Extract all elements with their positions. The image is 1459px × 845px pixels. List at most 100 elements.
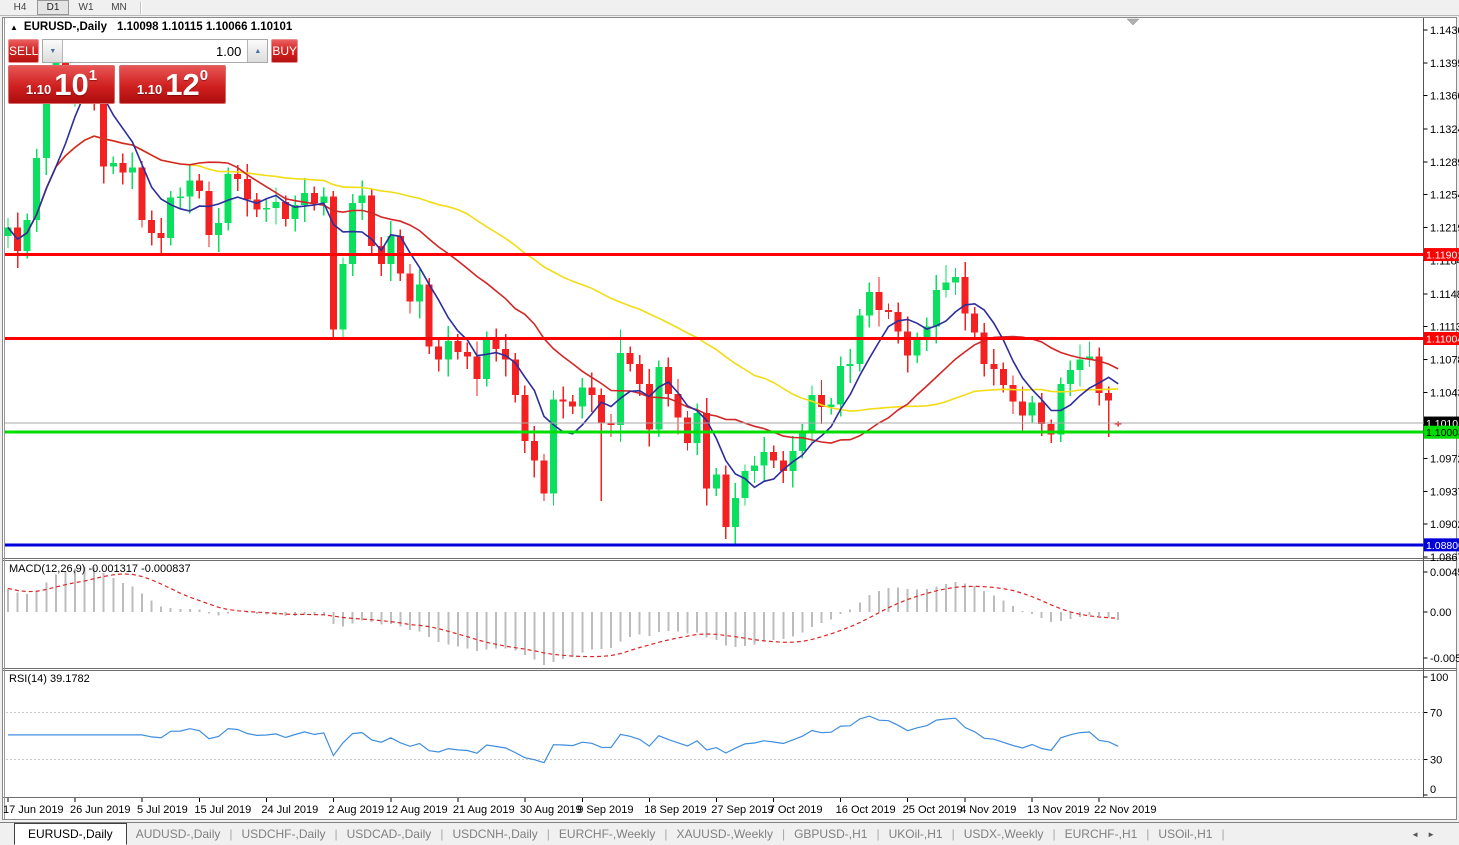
macd-axis-label: 0.004536: [1430, 567, 1459, 579]
toolbar-separator: [140, 1, 142, 14]
price-axis-label: 1.09720: [1430, 454, 1459, 466]
tab-usoil-h1[interactable]: USOil-,H1: [1158, 827, 1212, 841]
tab-usdx-weekly[interactable]: USDX-,Weekly: [964, 827, 1044, 841]
rsi-panel: [6, 711, 1424, 764]
price-axis-label: 1.09020: [1430, 519, 1459, 531]
chart-tab-bar: EURUSD-,Daily AUDUSD-,Daily | USDCHF-,Daily…: [0, 822, 1459, 845]
price-axis-label: 1.14300: [1430, 25, 1459, 37]
date-axis-label: 30 Aug 2019: [520, 804, 582, 816]
buy-price-big: 12: [165, 67, 200, 102]
candles-layer: [4, 46, 1122, 546]
date-axis-label: 16 Oct 2019: [836, 804, 896, 816]
date-axis-label: 18 Sep 2019: [644, 804, 706, 816]
tab-gbpusd-h1[interactable]: GBPUSD-,H1: [794, 827, 867, 841]
price-axis-label: 1.08670: [1430, 552, 1459, 564]
tab-audusd-daily[interactable]: AUDUSD-,Daily: [136, 827, 221, 841]
chart-symbol-label: EURUSD-,Daily: [23, 21, 107, 33]
buy-price-sup: 0: [199, 67, 209, 84]
timeframe-button-mn[interactable]: MN: [103, 0, 135, 15]
rsi-indicator-label: RSI(14) 39.1782: [9, 673, 90, 685]
date-axis-label: 7 Oct 2019: [769, 804, 823, 816]
tab-usdcad-daily[interactable]: USDCAD-,Daily: [347, 827, 432, 841]
buy-button[interactable]: BUY: [271, 39, 299, 63]
tab-separator: |: [876, 827, 880, 841]
tab-scroll-arrows[interactable]: ◄►: [1411, 830, 1443, 839]
timeframe-button-w1[interactable]: W1: [70, 0, 102, 15]
buy-price-prefix: 1.10: [136, 82, 163, 97]
tab-eurchf-weekly[interactable]: EURCHF-,Weekly: [559, 827, 655, 841]
chart-ohlc-values: 1.10098 1.10115 1.10066 1.10101: [117, 21, 293, 33]
tab-separator: |: [440, 827, 444, 841]
date-axis-label: 13 Nov 2019: [1027, 804, 1089, 816]
price-tag-label: 1.08800: [1426, 540, 1459, 552]
price-axis-label: 1.11130: [1430, 322, 1459, 334]
tab-usdchf-daily[interactable]: USDCHF-,Daily: [242, 827, 326, 841]
tab-separator: |: [1221, 827, 1225, 841]
trade-panel-prices: 1.10 10 1 1.10 12 0: [8, 65, 226, 104]
price-tag-label: 1.10003: [1426, 427, 1459, 439]
level-lines: [5, 253, 1424, 547]
timeframe-button-h4[interactable]: H4: [4, 0, 36, 15]
price-axis-label: 1.13950: [1430, 58, 1459, 70]
date-axis-label: 2 Aug 2019: [328, 804, 384, 816]
macd-indicator-label: MACD(12,26,9) -0.001317 -0.000837: [9, 563, 191, 575]
macd-axis: 0.004536 0.00 -0.005205: [1423, 567, 1459, 665]
trade-panel-controls: SELL ▼ ▲ BUY: [8, 39, 299, 63]
price-axis-label: 1.09370: [1430, 486, 1459, 498]
chart-shift-marker-icon[interactable]: [1126, 18, 1140, 26]
collapse-chart-icon[interactable]: ▲: [10, 23, 18, 32]
price-tag-label: 1.11004: [1426, 334, 1459, 346]
panel-borders: [3, 18, 1457, 819]
volume-stepper: ▼ ▲: [42, 39, 269, 63]
date-axis-label: 9 Sep 2019: [577, 804, 633, 816]
ma-fast-line: [7, 82, 1119, 489]
tab-separator: |: [951, 827, 955, 841]
rsi-axis-label: 30: [1430, 755, 1442, 767]
price-axis-label: 1.12190: [1430, 223, 1459, 235]
chart-tabs: EURUSD-,Daily AUDUSD-,Daily | USDCHF-,Daily…: [14, 823, 1234, 845]
sell-price-button[interactable]: 1.10 10 1: [8, 65, 115, 104]
date-axis-label: 22 Nov 2019: [1094, 804, 1156, 816]
sell-button[interactable]: SELL: [8, 39, 40, 63]
date-axis-label: 25 Oct 2019: [903, 804, 963, 816]
tab-xauusd-weekly[interactable]: XAUUSD-,Weekly: [676, 827, 772, 841]
sell-price-big: 10: [54, 67, 89, 102]
date-axis-label: 17 Jun 2019: [3, 804, 64, 816]
timeframe-button-d1[interactable]: D1: [37, 0, 69, 15]
date-axis-label: 21 Aug 2019: [453, 804, 515, 816]
timeframe-buttons: H4 D1 W1 MN: [4, 0, 136, 15]
tab-ukoil-h1[interactable]: UKOil-,H1: [889, 827, 943, 841]
price-tag-label: 1.11901: [1426, 250, 1459, 262]
rsi-axis-label: 0: [1430, 784, 1436, 796]
macd-panel: [7, 567, 1120, 666]
tab-scroll-right-icon[interactable]: ►: [1427, 830, 1443, 839]
price-chart-canvas[interactable]: 1.14300 1.13950 1.13600 1.13240 1.12890 1.125…: [0, 0, 1459, 822]
price-axis: 1.14300 1.13950 1.13600 1.13240 1.12890 1.125…: [1423, 25, 1459, 564]
rsi-axis: 100 70 30 0: [1423, 672, 1448, 796]
tab-separator: |: [546, 827, 550, 841]
date-axis-label: 26 Jun 2019: [70, 804, 131, 816]
tab-eurusd-daily[interactable]: EURUSD-,Daily: [14, 823, 127, 845]
rsi-line: [8, 715, 1119, 764]
volume-increase-icon[interactable]: ▲: [247, 40, 268, 62]
tab-scroll-left-icon[interactable]: ◄: [1411, 830, 1427, 839]
tab-separator: |: [229, 827, 233, 841]
tab-separator: |: [1146, 827, 1150, 841]
buy-price-button[interactable]: 1.10 12 0: [119, 65, 226, 104]
tab-eurchf-h1[interactable]: EURCHF-,H1: [1065, 827, 1138, 841]
date-axis: 17 Jun 2019 26 Jun 2019 5 Jul 2019 15 Jul 2…: [3, 798, 1156, 816]
volume-decrease-icon[interactable]: ▼: [43, 40, 64, 62]
sell-price-prefix: 1.10: [25, 82, 52, 97]
price-axis-label: 1.10780: [1430, 354, 1459, 366]
one-click-trade-panel: SELL ▼ ▲ BUY 1.10 10 1 1.10 12 0: [8, 39, 299, 104]
macd-axis-label: 0.00: [1430, 607, 1451, 619]
ma-slow-line: [7, 135, 1119, 412]
sell-price-sup: 1: [88, 67, 98, 84]
tab-separator: |: [781, 827, 786, 841]
tab-usdcnh-daily[interactable]: USDCNH-,Daily: [452, 827, 537, 841]
volume-input[interactable]: [63, 40, 248, 62]
date-axis-label: 5 Jul 2019: [137, 804, 188, 816]
price-axis-label: 1.10430: [1430, 387, 1459, 399]
tab-separator: |: [334, 827, 338, 841]
date-axis-label: 27 Sep 2019: [711, 804, 773, 816]
